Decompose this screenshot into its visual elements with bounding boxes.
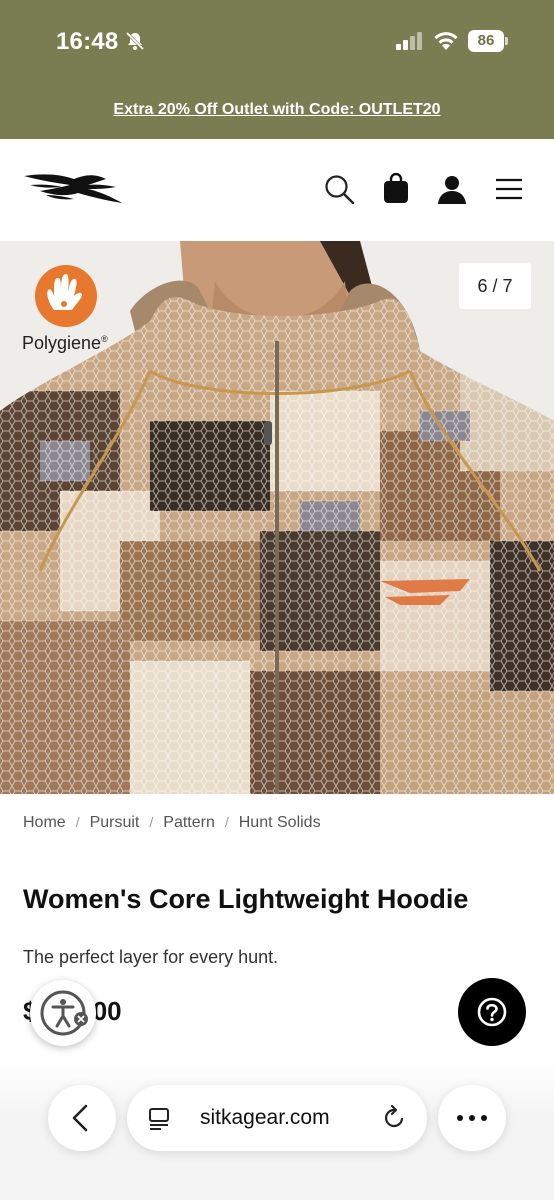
address-bar[interactable]: sitkagear.com <box>127 1085 427 1151</box>
bell-off-icon <box>125 31 145 51</box>
breadcrumb-home[interactable]: Home <box>23 814 66 831</box>
breadcrumb-pursuit[interactable]: Pursuit <box>90 814 140 831</box>
breadcrumb-separator: / <box>149 814 154 830</box>
polygiene-badge-text: Polygiene® <box>22 333 108 354</box>
status-time: 16:48 <box>56 28 119 55</box>
product-title: Women's Core Lightweight Hoodie <box>23 884 469 914</box>
product-subtitle: The perfect layer for every hunt. <box>23 947 279 967</box>
battery-icon: 86 <box>468 30 508 52</box>
breadcrumb-pattern[interactable]: Pattern <box>163 814 215 831</box>
site-header <box>0 139 554 241</box>
page-menu-icon[interactable] <box>147 1106 171 1130</box>
image-counter: 6 / 7 <box>459 263 531 309</box>
url-text: sitkagear.com <box>200 1106 330 1129</box>
polygiene-hand-icon <box>35 265 97 327</box>
accessibility-icon <box>40 990 88 1036</box>
chevron-left-icon <box>72 1104 88 1132</box>
promo-banner-link[interactable]: Extra 20% Off Outlet with Code: OUTLET20 <box>0 101 554 119</box>
back-button[interactable] <box>48 1085 116 1151</box>
breadcrumb: Home / Pursuit / Pattern / Hunt Solids <box>23 814 321 832</box>
battery-level: 86 <box>468 30 504 52</box>
breadcrumb-hunt-solids[interactable]: Hunt Solids <box>239 814 321 831</box>
polygiene-mark: ® <box>101 334 108 344</box>
wifi-icon <box>434 32 458 50</box>
battery-cap <box>505 37 508 45</box>
help-button[interactable] <box>458 978 526 1046</box>
help-icon <box>477 997 507 1027</box>
reload-icon[interactable] <box>381 1105 407 1131</box>
polygiene-name: Polygiene <box>22 333 102 353</box>
ellipsis-icon <box>457 1115 487 1121</box>
accessibility-button[interactable] <box>30 980 96 1046</box>
account-icon[interactable] <box>436 173 468 205</box>
signal-icon <box>396 32 422 50</box>
search-icon[interactable] <box>323 173 355 205</box>
menu-icon[interactable] <box>493 173 525 205</box>
breadcrumb-separator: / <box>75 814 80 830</box>
more-options-button[interactable] <box>438 1085 506 1151</box>
bag-icon[interactable] <box>380 173 412 205</box>
breadcrumb-separator: / <box>224 814 229 830</box>
sitka-logo[interactable] <box>22 171 124 207</box>
